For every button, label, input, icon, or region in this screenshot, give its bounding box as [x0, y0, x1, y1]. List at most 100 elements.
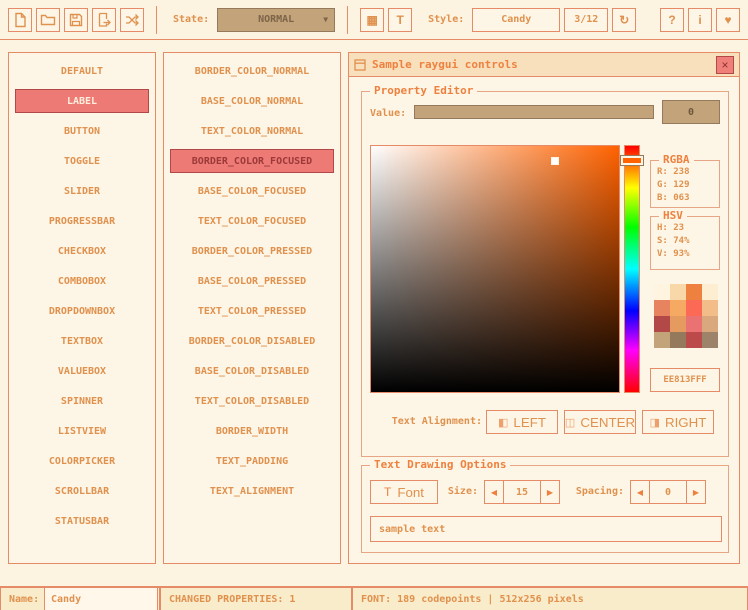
- random-style-button[interactable]: [120, 8, 144, 32]
- info-button[interactable]: i: [688, 8, 712, 32]
- save-style-button[interactable]: [64, 8, 88, 32]
- align-center-button[interactable]: ◫ CENTER: [564, 410, 636, 434]
- spacing-increase-button[interactable]: ▶: [686, 480, 706, 504]
- palette-swatch[interactable]: [670, 300, 686, 316]
- window-title: Sample raygui controls: [372, 58, 518, 71]
- reload-icon: ↻: [619, 13, 629, 27]
- controls-list: DEFAULT LABEL BUTTON TOGGLE SLIDER PROGRESSBA…: [8, 52, 156, 564]
- palette-swatch[interactable]: [686, 316, 702, 332]
- spacing-spinner: ◀ 0 ▶: [630, 480, 706, 504]
- rgba-r-value: R: 238: [657, 166, 719, 179]
- list-item[interactable]: DEFAULT: [15, 59, 149, 83]
- palette-swatch[interactable]: [702, 332, 718, 348]
- list-item[interactable]: BORDER_WIDTH: [170, 419, 334, 443]
- list-item[interactable]: BORDER_COLOR_NORMAL: [170, 59, 334, 83]
- align-right-button[interactable]: ◨ RIGHT: [642, 410, 714, 434]
- palette-swatch[interactable]: [686, 284, 702, 300]
- list-item[interactable]: TEXTBOX: [15, 329, 149, 353]
- style-name-box[interactable]: Candy: [472, 8, 560, 32]
- align-left-button[interactable]: ◧ LEFT: [486, 410, 558, 434]
- palette-swatch[interactable]: [686, 300, 702, 316]
- list-item[interactable]: CHECKBOX: [15, 239, 149, 263]
- hue-bar-cursor[interactable]: [621, 156, 643, 165]
- chevron-down-icon: ▼: [323, 15, 328, 24]
- font-t-icon: T: [384, 485, 391, 499]
- list-item[interactable]: BORDER_COLOR_DISABLED: [170, 329, 334, 353]
- palette-swatch[interactable]: [702, 284, 718, 300]
- list-item[interactable]: BASE_COLOR_DISABLED: [170, 359, 334, 383]
- list-item[interactable]: STATUSBAR: [15, 509, 149, 533]
- spacing-decrease-button[interactable]: ◀: [630, 480, 650, 504]
- palette-swatch[interactable]: [686, 332, 702, 348]
- list-item[interactable]: TEXT_COLOR_DISABLED: [170, 389, 334, 413]
- list-item[interactable]: TEXT_COLOR_FOCUSED: [170, 209, 334, 233]
- list-item[interactable]: LABEL: [15, 89, 149, 113]
- style-name-input[interactable]: Candy: [44, 587, 158, 610]
- value-box-text: 0: [688, 107, 694, 118]
- palette-swatch[interactable]: [702, 316, 718, 332]
- palette-swatch[interactable]: [654, 316, 670, 332]
- list-item[interactable]: VALUEBOX: [15, 359, 149, 383]
- window-titlebar[interactable]: Sample raygui controls ×: [349, 53, 739, 77]
- size-decrease-button[interactable]: ◀: [484, 480, 504, 504]
- statusbar: Name: Candy CHANGED PROPERTIES: 1 FONT: …: [0, 586, 748, 610]
- sample-text-input[interactable]: sample text: [370, 516, 722, 542]
- align-center-icon: ◫: [565, 416, 575, 429]
- font-atlas-button[interactable]: T: [388, 8, 412, 32]
- palette-swatch[interactable]: [654, 300, 670, 316]
- list-item[interactable]: TEXT_COLOR_PRESSED: [170, 299, 334, 323]
- size-increase-button[interactable]: ▶: [540, 480, 560, 504]
- color-picker-cursor[interactable]: [551, 157, 559, 165]
- style-table-image-button[interactable]: ▦: [360, 8, 384, 32]
- property-editor-group: Property Editor Value: 0 RGBA R: 238 G: …: [361, 91, 729, 457]
- font-button[interactable]: T Font: [370, 480, 438, 504]
- close-button[interactable]: ×: [716, 56, 734, 74]
- list-item[interactable]: PROGRESSBAR: [15, 209, 149, 233]
- list-item[interactable]: BORDER_COLOR_FOCUSED: [170, 149, 334, 173]
- rgba-b-value: B: 063: [657, 192, 719, 205]
- style-counter-box: 3/12: [564, 8, 608, 32]
- list-item[interactable]: TEXT_ALIGNMENT: [170, 479, 334, 503]
- state-dropdown[interactable]: NORMAL ▼: [217, 8, 335, 32]
- list-item[interactable]: SPINNER: [15, 389, 149, 413]
- list-item[interactable]: TEXT_COLOR_NORMAL: [170, 119, 334, 143]
- list-item[interactable]: TOGGLE: [15, 149, 149, 173]
- palette-swatch[interactable]: [670, 332, 686, 348]
- export-style-button[interactable]: [92, 8, 116, 32]
- list-item[interactable]: DROPDOWNBOX: [15, 299, 149, 323]
- list-item[interactable]: SCROLLBAR: [15, 479, 149, 503]
- size-value-box[interactable]: 15: [504, 480, 540, 504]
- spacing-value-box[interactable]: 0: [650, 480, 686, 504]
- palette-swatch[interactable]: [654, 284, 670, 300]
- state-label: State:: [173, 14, 209, 25]
- hex-value-text: EE813FFF: [663, 375, 706, 385]
- hue-bar[interactable]: [624, 145, 640, 393]
- style-name-value: Candy: [501, 14, 531, 25]
- hex-value-box[interactable]: EE813FFF: [650, 368, 720, 392]
- list-item[interactable]: BASE_COLOR_PRESSED: [170, 269, 334, 293]
- palette-swatch[interactable]: [702, 300, 718, 316]
- load-style-button[interactable]: [36, 8, 60, 32]
- list-item[interactable]: COLORPICKER: [15, 449, 149, 473]
- palette-swatch[interactable]: [654, 332, 670, 348]
- value-box[interactable]: 0: [662, 100, 720, 124]
- sponsor-button[interactable]: ♥: [716, 8, 740, 32]
- help-button[interactable]: ?: [660, 8, 684, 32]
- list-item[interactable]: BUTTON: [15, 119, 149, 143]
- hsv-s-value: S: 74%: [657, 235, 719, 248]
- palette-swatch[interactable]: [670, 316, 686, 332]
- list-item[interactable]: COMBOBOX: [15, 269, 149, 293]
- color-picker-panel[interactable]: [370, 145, 620, 393]
- list-item[interactable]: LISTVIEW: [15, 419, 149, 443]
- color-palette: [654, 284, 718, 348]
- value-slider[interactable]: [414, 105, 654, 119]
- properties-list: BORDER_COLOR_NORMAL BASE_COLOR_NORMAL TEXT…: [163, 52, 341, 564]
- reload-style-button[interactable]: ↻: [612, 8, 636, 32]
- list-item[interactable]: TEXT_PADDING: [170, 449, 334, 473]
- list-item[interactable]: BORDER_COLOR_PRESSED: [170, 239, 334, 263]
- palette-swatch[interactable]: [670, 284, 686, 300]
- new-file-button[interactable]: [8, 8, 32, 32]
- list-item[interactable]: BASE_COLOR_FOCUSED: [170, 179, 334, 203]
- list-item[interactable]: SLIDER: [15, 179, 149, 203]
- list-item[interactable]: BASE_COLOR_NORMAL: [170, 89, 334, 113]
